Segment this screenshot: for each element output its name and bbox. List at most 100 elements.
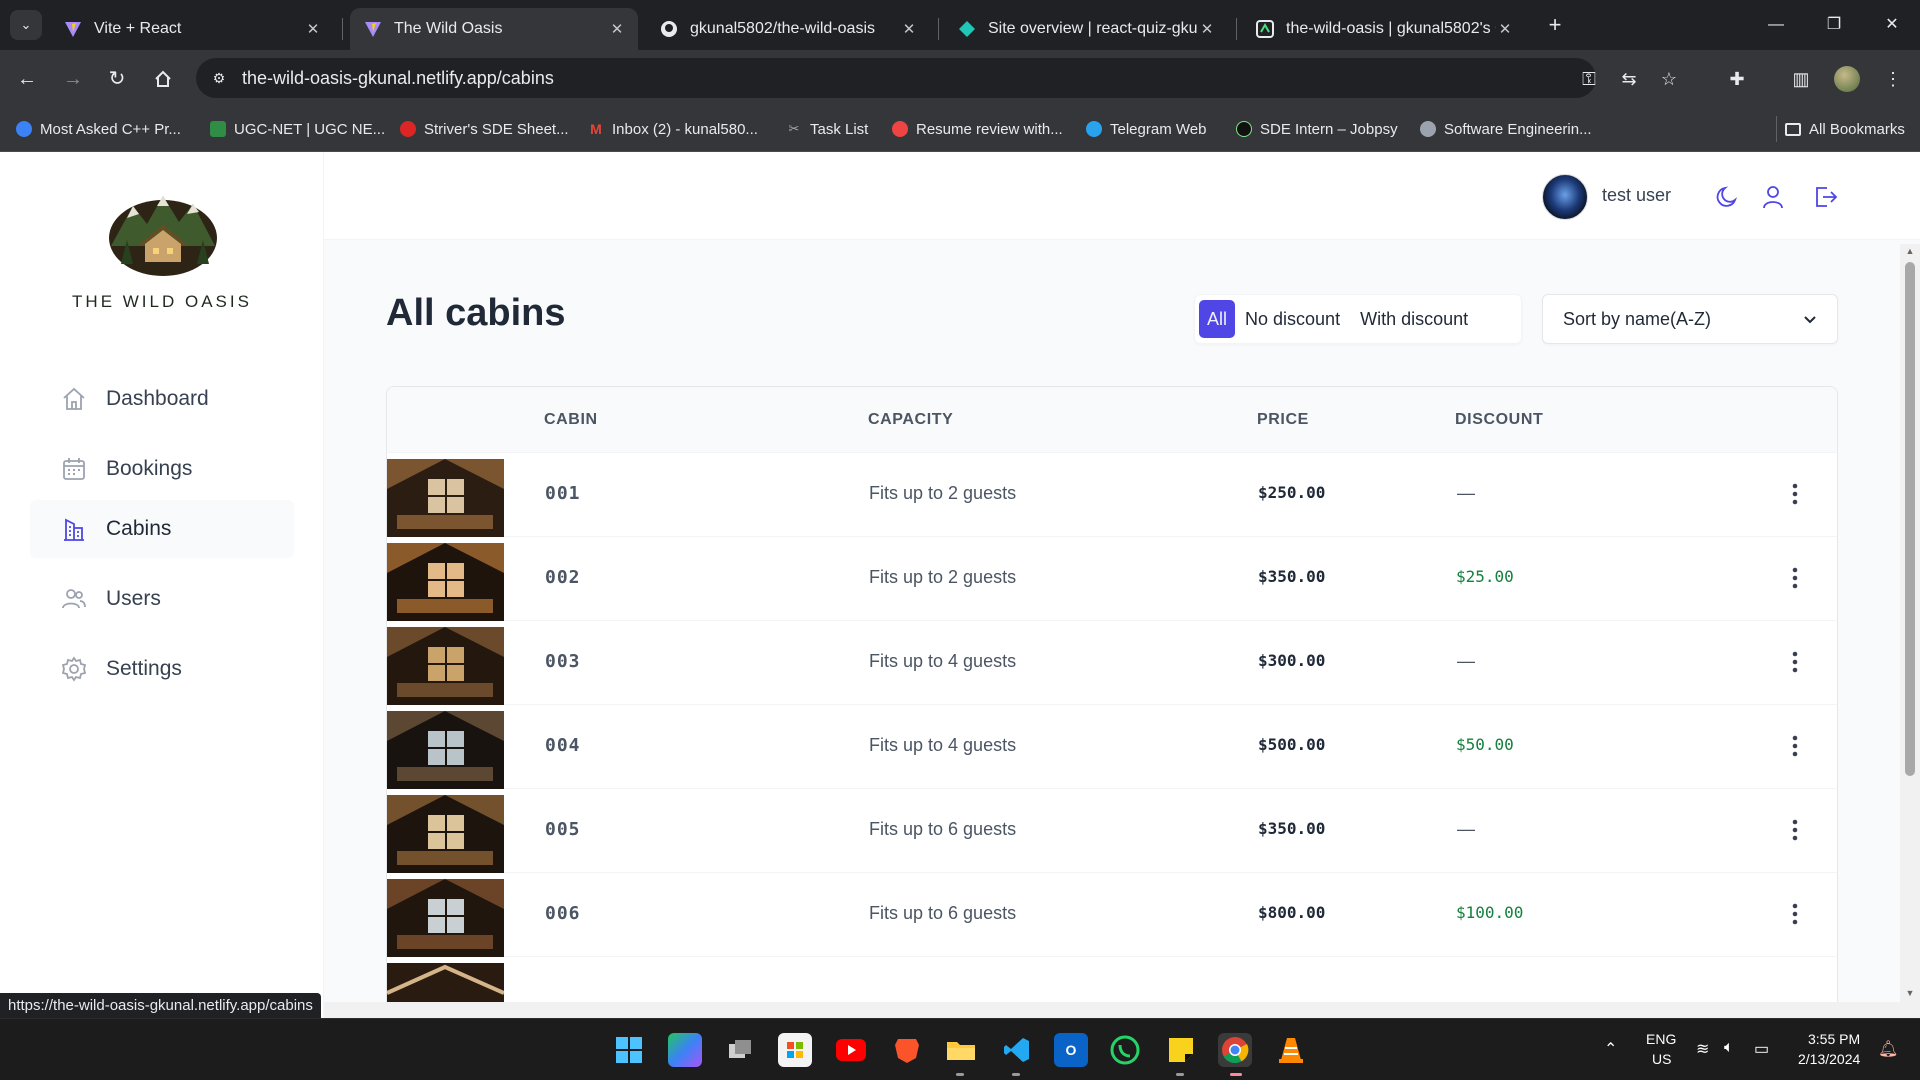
task-view-icon[interactable]: [724, 1033, 758, 1067]
bookmark-item[interactable]: ✂ Task List: [786, 116, 869, 142]
scissors-icon: ✂: [788, 121, 800, 136]
cabin-capacity: Fits up to 6 guests: [869, 819, 1017, 839]
table-row: 006 Fits up to 6 guests $800.00 $100.00: [387, 873, 1837, 957]
tab-divider: [342, 18, 343, 40]
close-icon[interactable]: ✕: [900, 20, 918, 38]
start-button[interactable]: [612, 1033, 646, 1067]
row-actions-button[interactable]: [1783, 479, 1807, 509]
filter-with-discount-button[interactable]: With discount: [1350, 300, 1478, 338]
cabin-capacity: Fits up to 2 guests: [869, 567, 1017, 587]
profile-avatar[interactable]: [1834, 66, 1860, 92]
vscode-app-icon[interactable]: [1000, 1033, 1034, 1067]
sort-select[interactable]: Sort by name(A-Z): [1542, 294, 1838, 344]
row-actions-button[interactable]: [1783, 563, 1807, 593]
minimize-button[interactable]: —: [1756, 12, 1796, 38]
wifi-icon[interactable]: ≋: [1696, 1039, 1709, 1059]
bookmark-item[interactable]: M Inbox (2) - kunal580...: [588, 116, 758, 142]
cabin-name: 004: [545, 735, 581, 756]
notification-bell-icon[interactable]: 🔔︎: [1878, 1039, 1898, 1059]
all-bookmarks-button[interactable]: All Bookmarks: [1776, 116, 1905, 142]
back-button[interactable]: ←: [12, 64, 42, 94]
cabin-price: $800.00: [1258, 903, 1326, 922]
browser-tab[interactable]: Site overview | react-quiz-gkun ✕: [944, 8, 1228, 50]
outlook-app-icon[interactable]: O: [1054, 1033, 1088, 1067]
tab-divider: [938, 18, 939, 40]
row-actions-button[interactable]: [1783, 731, 1807, 761]
bookmark-favicon-icon: [1236, 121, 1252, 137]
dark-mode-toggle[interactable]: [1710, 180, 1744, 214]
bookmark-item[interactable]: Telegram Web: [1086, 116, 1206, 142]
volume-icon[interactable]: 🔈︎: [1724, 1039, 1734, 1057]
tab-search-button[interactable]: ⌄: [10, 10, 42, 40]
store-app-icon[interactable]: [778, 1033, 812, 1067]
brave-app-icon[interactable]: [890, 1033, 924, 1067]
file-explorer-icon[interactable]: [944, 1033, 978, 1067]
gmail-icon: M: [590, 121, 602, 137]
star-icon[interactable]: ☆: [1656, 66, 1682, 92]
filter-no-discount-button[interactable]: No discount: [1235, 300, 1350, 338]
row-actions-button[interactable]: [1783, 647, 1807, 677]
browser-tab[interactable]: the-wild-oasis | gkunal5802's O ✕: [1242, 8, 1526, 50]
sticky-notes-app-icon[interactable]: [1164, 1033, 1198, 1067]
youtube-app-icon[interactable]: [834, 1033, 868, 1067]
battery-icon[interactable]: ▭: [1754, 1039, 1769, 1059]
close-icon[interactable]: ✕: [608, 20, 626, 38]
side-panel-icon: ▥: [1792, 69, 1810, 89]
close-icon[interactable]: ✕: [304, 20, 322, 38]
new-tab-button[interactable]: +: [1540, 12, 1570, 40]
chrome-app-icon[interactable]: [1218, 1033, 1252, 1067]
bookmark-item[interactable]: UGC-NET | UGC NE...: [210, 116, 385, 142]
filter-all-button[interactable]: All: [1199, 300, 1236, 338]
bookmark-item[interactable]: Resume review with...: [892, 116, 1063, 142]
vlc-app-icon[interactable]: [1274, 1033, 1308, 1067]
bookmark-item[interactable]: Most Asked C++ Pr...: [16, 116, 181, 142]
home-button[interactable]: [148, 64, 178, 94]
close-icon[interactable]: ✕: [1198, 20, 1216, 38]
running-indicator: [956, 1073, 964, 1076]
translate-icon[interactable]: ⇆: [1616, 66, 1642, 92]
bookmark-item[interactable]: Software Engineerin...: [1420, 116, 1592, 142]
horizontal-scrollbar[interactable]: [324, 1002, 1920, 1018]
logout-button[interactable]: [1808, 180, 1842, 214]
row-actions-button[interactable]: [1783, 815, 1807, 845]
vertical-scrollbar[interactable]: ▲ ▼: [1900, 244, 1920, 1018]
cabin-name: 003: [545, 651, 581, 672]
forward-button[interactable]: →: [58, 64, 88, 94]
browser-menu-button[interactable]: ⋮: [1878, 64, 1908, 94]
language-line-1[interactable]: ENG: [1646, 1031, 1676, 1047]
key-icon[interactable]: ⚿: [1576, 66, 1602, 92]
scrollbar-thumb[interactable]: [1905, 262, 1915, 776]
restore-button[interactable]: ❐: [1814, 12, 1854, 38]
chevron-up-icon[interactable]: ⌃: [1604, 1039, 1617, 1059]
browser-tab-active[interactable]: The Wild Oasis ✕: [350, 8, 638, 50]
bookmark-item[interactable]: SDE Intern – Jobpsy: [1236, 116, 1398, 142]
sidebar-item-cabins[interactable]: Cabins: [30, 500, 294, 558]
sidebar-item-dashboard[interactable]: Dashboard: [30, 370, 294, 428]
scroll-up-icon[interactable]: ▲: [1900, 246, 1920, 256]
whatsapp-app-icon[interactable]: [1108, 1033, 1142, 1067]
extensions-button[interactable]: ✚: [1722, 64, 1752, 94]
side-panel-button[interactable]: ▥: [1786, 64, 1816, 94]
browser-tab[interactable]: Vite + React ✕: [50, 8, 334, 50]
language-line-2[interactable]: US: [1652, 1051, 1671, 1067]
account-button[interactable]: [1756, 180, 1790, 214]
clock-date[interactable]: 2/13/2024: [1798, 1051, 1860, 1067]
address-bar[interactable]: ⚙ the-wild-oasis-gkunal.netlify.app/cabi…: [196, 58, 1677, 98]
site-info-icon[interactable]: ⚙: [208, 67, 230, 89]
brand-name: THE WILD OASIS: [72, 292, 252, 311]
cabin-thumbnail: [387, 459, 504, 537]
row-actions-button[interactable]: [1783, 899, 1807, 929]
sidebar-item-users[interactable]: Users: [30, 570, 294, 628]
close-icon[interactable]: ✕: [1496, 20, 1514, 38]
sidebar-item-bookings[interactable]: Bookings: [30, 440, 294, 498]
table-row: 005 Fits up to 6 guests $350.00 —: [387, 789, 1837, 873]
scroll-down-icon[interactable]: ▼: [1900, 988, 1920, 998]
clock-time[interactable]: 3:55 PM: [1808, 1031, 1860, 1047]
copilot-app-icon[interactable]: [668, 1033, 702, 1067]
bookmark-favicon-icon: [210, 121, 226, 137]
reload-button[interactable]: ↻: [102, 64, 132, 94]
sidebar-item-settings[interactable]: Settings: [30, 640, 294, 698]
close-window-button[interactable]: ✕: [1872, 12, 1912, 38]
browser-tab[interactable]: gkunal5802/the-wild-oasis ✕: [646, 8, 930, 50]
bookmark-item[interactable]: Striver's SDE Sheet...: [400, 116, 569, 142]
